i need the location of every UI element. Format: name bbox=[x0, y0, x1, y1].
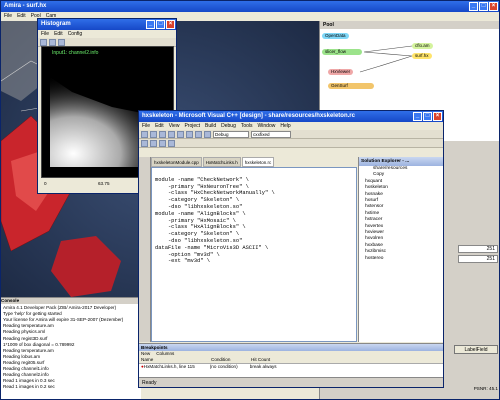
align-icon[interactable] bbox=[150, 140, 157, 147]
save-icon[interactable] bbox=[159, 131, 166, 138]
cut-icon[interactable] bbox=[168, 131, 175, 138]
code-line: -category "Skeleton" \ bbox=[155, 231, 240, 238]
find-combobox[interactable]: cxxfixed bbox=[251, 131, 291, 138]
table-row[interactable]: ● HxMatchLinks.h, line 115 (no condition… bbox=[139, 364, 443, 370]
menu-edit[interactable]: Edit bbox=[155, 122, 164, 130]
solution-explorer-header: Solution Explorer - ... bbox=[359, 157, 443, 166]
x-tick-0: 0 bbox=[44, 181, 47, 186]
histogram-title: Histogram bbox=[41, 21, 71, 27]
code-line: -option "mv3d" \ bbox=[155, 251, 220, 258]
breakpoint-name: HxMatchLinks.h, line 115 bbox=[143, 364, 195, 369]
menu-debug[interactable]: Debug bbox=[221, 122, 236, 130]
vcpp-toolbar: Debug cxxfixed bbox=[139, 130, 443, 139]
menu-project[interactable]: Project bbox=[184, 122, 200, 130]
histogram-menu-bar: File Edit Config bbox=[38, 30, 176, 38]
menu-build[interactable]: Build bbox=[205, 122, 216, 130]
amira-title-bar[interactable]: Amira - surf.hx _ □ × bbox=[1, 1, 499, 12]
toolbox-strip[interactable] bbox=[139, 157, 151, 342]
vcpp-title-bar[interactable]: hxskeleton - Microsoft Visual C++ [desig… bbox=[139, 111, 443, 122]
new-file-icon[interactable] bbox=[141, 131, 148, 138]
code-line: -dso "libhxskeleton.so" bbox=[155, 237, 243, 244]
pan-icon[interactable] bbox=[49, 39, 56, 46]
status-bar: Ready bbox=[139, 377, 443, 387]
editor-tabs: hxskeletonModule.cpp HxMatchLinks.h hxsk… bbox=[151, 157, 357, 167]
psnr-label: PSNR: 45.1 bbox=[473, 386, 498, 391]
amira-title: Amira - surf.hx bbox=[4, 3, 47, 9]
close-icon[interactable]: × bbox=[489, 2, 498, 11]
play-icon[interactable] bbox=[204, 131, 211, 138]
menu-edit[interactable]: Edit bbox=[17, 12, 26, 20]
code-line: -class "HxAlignBlocks" \ bbox=[155, 224, 246, 231]
x-tick-1: 63.75 bbox=[98, 181, 110, 186]
histogram-input-label: Input1: channel2.info bbox=[52, 50, 99, 56]
menu-help[interactable]: Help bbox=[280, 122, 290, 130]
indent-icon[interactable] bbox=[159, 140, 166, 147]
undo-icon[interactable] bbox=[195, 131, 202, 138]
maximize-icon[interactable]: □ bbox=[479, 2, 488, 11]
value-field-b[interactable]: 251 bbox=[458, 255, 498, 263]
code-line: -ext "mv3d" \ bbox=[155, 258, 210, 265]
tab-module-cpp[interactable]: hxskeletonModule.cpp bbox=[151, 157, 202, 167]
comment-icon[interactable] bbox=[168, 140, 175, 147]
menu-config[interactable]: Config bbox=[68, 30, 82, 38]
tab-hxskeleton-rc[interactable]: hxskeleton.rc bbox=[241, 157, 275, 167]
breakpoints-panel[interactable]: Breakpoints New Columns Name Condition H… bbox=[139, 343, 443, 377]
console-line: Read 1 images in 0.2 sec bbox=[3, 384, 55, 390]
col-condition[interactable]: Condition bbox=[211, 357, 251, 363]
code-line: -class "HxCheckNetworkManually" \ bbox=[155, 190, 275, 197]
menu-file[interactable]: File bbox=[142, 122, 150, 130]
code-line: -primary "HxMosaic" \ bbox=[155, 217, 236, 224]
vcpp-title: hxskeleton - Microsoft Visual C++ [desig… bbox=[142, 113, 355, 119]
breakpoint-hits: break always bbox=[249, 364, 277, 369]
close-icon[interactable]: × bbox=[166, 20, 175, 29]
maximize-icon[interactable]: □ bbox=[156, 20, 165, 29]
value-field-a[interactable]: 251 bbox=[458, 245, 498, 253]
tree-item[interactable]: hxstereo bbox=[359, 256, 443, 262]
code-line: dataFile -name "MicroVis3D ASCII" \ bbox=[155, 244, 269, 251]
reset-icon[interactable] bbox=[58, 39, 65, 46]
code-line: -category "Skeleton" \ bbox=[155, 197, 240, 204]
code-editor[interactable]: module -name "CheckNetwork" \ -primary "… bbox=[151, 167, 357, 342]
vcpp-menu-bar: File Edit View Project Build Debug Tools… bbox=[139, 122, 443, 130]
menu-view[interactable]: View bbox=[169, 122, 180, 130]
code-line: -dso "libhxskeleton.so" bbox=[155, 203, 243, 210]
minimize-icon[interactable]: _ bbox=[469, 2, 478, 11]
code-line: -primary "HxNeuronTree" \ bbox=[155, 183, 249, 190]
minimize-icon[interactable]: _ bbox=[146, 20, 155, 29]
open-icon[interactable] bbox=[150, 131, 157, 138]
menu-file[interactable]: File bbox=[41, 30, 49, 38]
code-line: module -name "CheckNetwork" \ bbox=[155, 176, 249, 183]
vcpp-toolbar-2 bbox=[139, 139, 443, 148]
bold-icon[interactable] bbox=[141, 140, 148, 147]
histogram-title-bar[interactable]: Histogram _ □ × bbox=[38, 19, 176, 30]
labelfield-button[interactable]: LabelField bbox=[454, 345, 498, 354]
col-name[interactable]: Name bbox=[141, 357, 211, 363]
col-hit-count[interactable]: Hit Count bbox=[251, 357, 270, 363]
maximize-icon[interactable]: □ bbox=[423, 112, 432, 121]
menu-edit[interactable]: Edit bbox=[54, 30, 63, 38]
zoom-icon[interactable] bbox=[40, 39, 47, 46]
code-line: module -name "AlignBlocks" \ bbox=[155, 210, 246, 217]
close-icon[interactable]: × bbox=[433, 112, 442, 121]
config-dropdown[interactable]: Debug bbox=[213, 131, 249, 138]
console-panel[interactable]: Console Amira 4.1 Developer Pack (ZIB/ A… bbox=[1, 297, 141, 399]
minimize-icon[interactable]: _ bbox=[413, 112, 422, 121]
breakpoints-header: Breakpoints bbox=[139, 344, 443, 351]
breakpoint-condition: (no condition) bbox=[209, 364, 238, 369]
tab-matchlinks-h[interactable]: HxMatchLinks.h bbox=[202, 157, 241, 167]
console-header: Console bbox=[1, 298, 141, 305]
paste-icon[interactable] bbox=[186, 131, 193, 138]
solution-explorer[interactable]: Solution Explorer - ... share/resources … bbox=[358, 157, 443, 342]
menu-tools[interactable]: Tools bbox=[241, 122, 253, 130]
copy-icon[interactable] bbox=[177, 131, 184, 138]
menu-window[interactable]: Window bbox=[258, 122, 276, 130]
menu-file[interactable]: File bbox=[4, 12, 12, 20]
visual-cpp-window: hxskeleton - Microsoft Visual C++ [desig… bbox=[138, 110, 444, 388]
